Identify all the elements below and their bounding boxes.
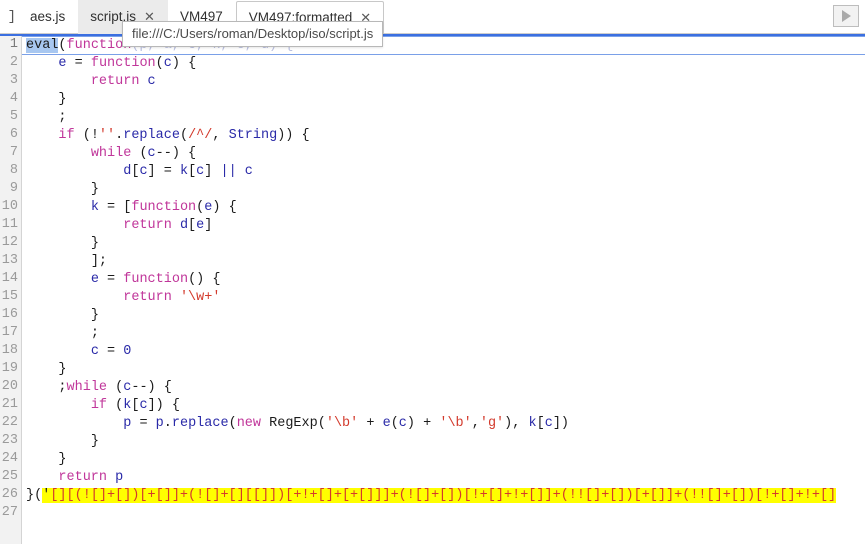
play-icon bbox=[841, 10, 851, 22]
code-editor[interactable]: 1 2 3 4 5 6 7 8 9 10 11 12 13 14 15 16 1… bbox=[0, 34, 865, 544]
code-line[interactable]: } bbox=[26, 451, 865, 469]
line-number: 2 bbox=[9, 55, 18, 70]
code-line[interactable]: ; bbox=[26, 325, 865, 343]
line-number-gutter: 1 2 3 4 5 6 7 8 9 10 11 12 13 14 15 16 1… bbox=[0, 36, 22, 544]
line-number: 8 bbox=[9, 163, 18, 178]
line-number: 10 bbox=[1, 199, 18, 214]
code-line[interactable]: ]; bbox=[26, 253, 865, 271]
line-number: 23 bbox=[1, 433, 18, 448]
line-number: 6 bbox=[9, 127, 18, 142]
code-line[interactable]: return p bbox=[26, 469, 865, 487]
line-number: 16 bbox=[1, 307, 18, 322]
code-line[interactable]: }('[][(![]+[])[+[]]+(![]+[][[]])[+!+[]+[… bbox=[26, 487, 865, 505]
tab-label: aes.js bbox=[30, 9, 66, 25]
code-line[interactable]: ; bbox=[26, 109, 865, 127]
line-number: 17 bbox=[1, 325, 18, 340]
code-line[interactable]: e = function(c) { bbox=[26, 55, 865, 73]
tab-path-tooltip: file:///C:/Users/roman/Desktop/iso/scrip… bbox=[122, 21, 384, 47]
line-number: 11 bbox=[1, 217, 18, 232]
line-number: 18 bbox=[1, 343, 18, 358]
code-line[interactable]: e = function() { bbox=[26, 271, 865, 289]
line-number: 3 bbox=[9, 73, 18, 88]
line-number: 20 bbox=[1, 379, 18, 394]
code-line[interactable]: ;while (c--) { bbox=[26, 379, 865, 397]
code-line[interactable]: k = [function(e) { bbox=[26, 199, 865, 217]
line-number: 26 bbox=[1, 487, 18, 502]
code-line[interactable]: if (k[c]) { bbox=[26, 397, 865, 415]
line-number: 25 bbox=[1, 469, 18, 484]
tab-aes-js[interactable]: aes.js bbox=[18, 0, 78, 34]
line-number: 27 bbox=[1, 505, 18, 520]
code-line[interactable]: if (!''.replace(/^/, String)) { bbox=[26, 127, 865, 145]
tab-strip-spacer bbox=[384, 0, 833, 33]
code-line[interactable]: } bbox=[26, 181, 865, 199]
code-line[interactable]: } bbox=[26, 307, 865, 325]
line-number: 14 bbox=[1, 271, 18, 286]
code-line[interactable]: return '\w+' bbox=[26, 289, 865, 307]
line-number: 19 bbox=[1, 361, 18, 376]
code-line[interactable]: } bbox=[26, 361, 865, 379]
line-number: 24 bbox=[1, 451, 18, 466]
code-line[interactable]: return d[e] bbox=[26, 217, 865, 235]
code-line[interactable]: } bbox=[26, 433, 865, 451]
code-line[interactable]: c = 0 bbox=[26, 343, 865, 361]
line-number: 9 bbox=[9, 181, 18, 196]
code-area[interactable]: 1 2 3 4 5 6 7 8 9 10 11 12 13 14 15 16 1… bbox=[0, 36, 865, 544]
code-line[interactable]: p = p.replace(new RegExp('\b' + e(c) + '… bbox=[26, 415, 865, 433]
line-number: 1 bbox=[9, 37, 18, 52]
line-number: 13 bbox=[1, 253, 18, 268]
line-number: 22 bbox=[1, 415, 18, 430]
line-number: 4 bbox=[9, 91, 18, 106]
line-number: 21 bbox=[1, 397, 18, 412]
line-number: 7 bbox=[9, 145, 18, 160]
code-line[interactable]: } bbox=[26, 91, 865, 109]
code-line[interactable]: d[c] = k[c] || c bbox=[26, 163, 865, 181]
devtools-sources-panel: ] aes.js script.js ✕ VM497 VM497:formatt… bbox=[0, 0, 865, 544]
code-line[interactable]: } bbox=[26, 235, 865, 253]
code-line[interactable]: while (c--) { bbox=[26, 145, 865, 163]
line-number: 15 bbox=[1, 289, 18, 304]
resume-script-execution-button[interactable] bbox=[833, 5, 859, 27]
selected-token: eval bbox=[26, 38, 59, 53]
panel-corner-bracket-icon: ] bbox=[7, 8, 16, 25]
code-lines[interactable]: eval(function(p, a, c, k, e, d) { e = fu… bbox=[22, 36, 865, 544]
code-line[interactable] bbox=[26, 505, 865, 523]
code-line[interactable]: return c bbox=[26, 73, 865, 91]
line-number: 5 bbox=[9, 109, 18, 124]
line-number: 12 bbox=[1, 235, 18, 250]
